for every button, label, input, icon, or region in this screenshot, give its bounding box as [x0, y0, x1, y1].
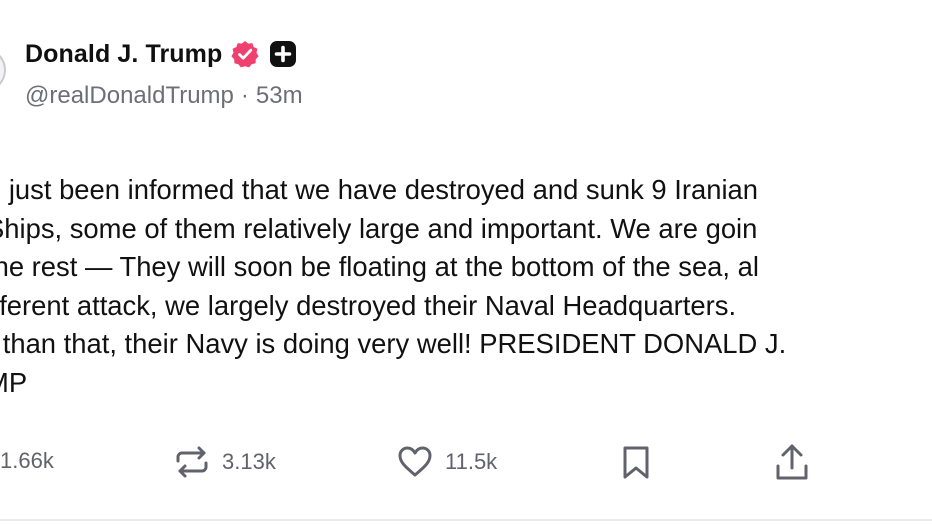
- repost-icon: [172, 442, 212, 482]
- post-text-line: MP: [0, 366, 28, 398]
- post-actions: 1.66k 3.13k 11.5k: [0, 440, 932, 484]
- plus-badge-icon: [269, 40, 297, 68]
- share-button[interactable]: [772, 440, 812, 484]
- verified-badge-icon: [230, 39, 260, 69]
- bookmark-icon: [616, 442, 656, 482]
- share-icon: [772, 440, 812, 484]
- author-handle[interactable]: @realDonaldTrump: [25, 82, 234, 110]
- reply-count: 1.66k: [0, 448, 54, 473]
- post-timestamp[interactable]: 53m: [256, 82, 303, 110]
- reply-button[interactable]: 1.66k: [0, 448, 54, 474]
- post-text-line: e just been informed that we have destro…: [0, 174, 758, 205]
- post-body: e just been informed that we have destro…: [0, 171, 932, 403]
- post-text-line: Ships, some of them relatively large and…: [0, 212, 758, 244]
- post-divider: [0, 519, 932, 521]
- post-text-line: ifferent attack, we largely destroyed th…: [0, 289, 737, 321]
- author-row: Donald J. Trump: [25, 34, 303, 74]
- like-button[interactable]: 11.5k: [395, 442, 497, 482]
- meta-separator: ·: [240, 82, 249, 109]
- author-display-name[interactable]: Donald J. Trump: [25, 40, 222, 69]
- heart-icon: [395, 442, 435, 482]
- post-meta: @realDonaldTrump · 53m: [25, 82, 303, 110]
- post-text-line: r than that, their Navy is doing very we…: [0, 328, 787, 360]
- post-text-line: the rest — They will soon be floating at…: [0, 251, 759, 283]
- bookmark-button[interactable]: [616, 442, 656, 482]
- repost-button[interactable]: 3.13k: [172, 442, 276, 482]
- post-header: Donald J. Trump @realDonaldTrump · 53m: [25, 34, 303, 110]
- like-count: 11.5k: [445, 449, 498, 474]
- avatar[interactable]: [0, 48, 6, 92]
- repost-count: 3.13k: [222, 449, 276, 474]
